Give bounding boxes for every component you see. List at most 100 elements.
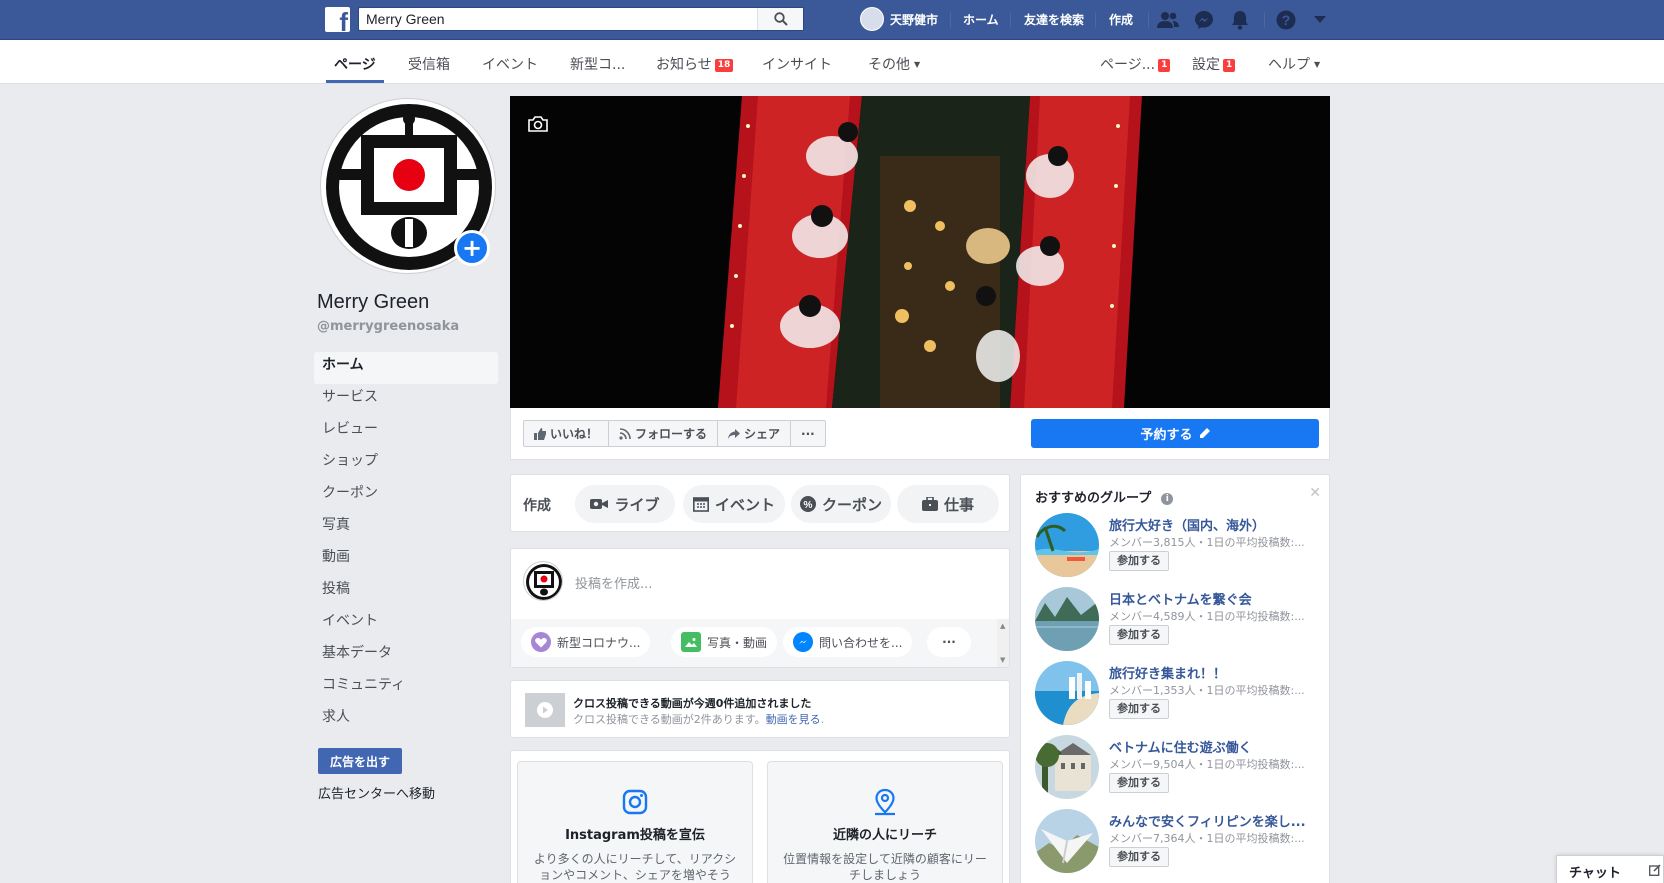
left-nav-photos[interactable]: 写真 bbox=[314, 512, 498, 544]
create-live-button[interactable]: ライブ bbox=[575, 485, 675, 523]
composer-options: 新型コロナウ... 写真・動画 問い合わせを... ··· bbox=[511, 619, 999, 667]
group-meta: メンバー9,504人・1日の平均投稿数:... bbox=[1109, 758, 1305, 771]
left-nav-jobs[interactable]: 求人 bbox=[314, 704, 498, 736]
cover-photo[interactable] bbox=[510, 96, 1330, 408]
group-item: 日本とベトナムを繋ぐ会 メンバー4,589人・1日の平均投稿数:... 参加する bbox=[1035, 587, 1325, 653]
follow-button[interactable]: フォローする bbox=[609, 421, 719, 446]
group-thumbnail[interactable] bbox=[1035, 513, 1099, 577]
create-event-button[interactable]: イベント bbox=[683, 485, 785, 523]
join-group-button[interactable]: 参加する bbox=[1109, 625, 1169, 645]
left-nav-reviews[interactable]: レビュー bbox=[314, 416, 498, 448]
like-button[interactable]: いいね！ bbox=[524, 421, 610, 446]
scroll-down-icon[interactable]: ▼ bbox=[1000, 656, 1005, 664]
rss-icon bbox=[619, 427, 631, 440]
reserve-button[interactable]: 予約する bbox=[1031, 419, 1319, 448]
home-link[interactable]: ホーム bbox=[963, 11, 999, 28]
more-options-button[interactable]: ··· bbox=[927, 627, 971, 657]
left-nav-posts[interactable]: 投稿 bbox=[314, 576, 498, 608]
group-name[interactable]: ベトナムに住む遊ぶ働く bbox=[1109, 737, 1325, 756]
tab-inbox[interactable]: 受信箱 bbox=[408, 54, 450, 74]
left-nav-services[interactable]: サービス bbox=[314, 384, 498, 416]
create-job-button[interactable]: 仕事 bbox=[897, 485, 999, 523]
left-nav-about[interactable]: 基本データ bbox=[314, 640, 498, 672]
group-thumbnail[interactable] bbox=[1035, 809, 1099, 873]
promo-title: 近隣の人にリーチ bbox=[832, 828, 937, 843]
new-message-icon[interactable] bbox=[1649, 864, 1661, 876]
tab-help[interactable]: ヘルプ ▼ bbox=[1268, 54, 1320, 74]
group-name[interactable]: みんなで安くフィリピンを楽し... bbox=[1109, 811, 1325, 830]
group-thumbnail[interactable] bbox=[1035, 587, 1099, 651]
info-icon[interactable]: i bbox=[1161, 493, 1174, 505]
tab-page-alerts[interactable]: ページ... 1 bbox=[1100, 54, 1171, 74]
find-friends-link[interactable]: 友達を検索 bbox=[1024, 11, 1084, 28]
facebook-logo[interactable]: f bbox=[325, 7, 350, 32]
tab-notifications[interactable]: お知らせ 18 bbox=[656, 54, 734, 74]
create-coupon-button[interactable]: % クーポン bbox=[791, 485, 891, 523]
join-group-button[interactable]: 参加する bbox=[1109, 773, 1169, 793]
coupon-percent-icon: % bbox=[799, 496, 816, 512]
covid-update-label: 新型コロナウ... bbox=[557, 635, 641, 650]
account-menu-chevron-icon[interactable] bbox=[1308, 8, 1332, 32]
covid-update-button[interactable]: 新型コロナウ... bbox=[521, 627, 651, 657]
group-thumbnail[interactable] bbox=[1035, 735, 1099, 799]
composer-scrollbar[interactable]: ▲ ▼ bbox=[997, 619, 1009, 667]
help-icon[interactable]: ? bbox=[1274, 8, 1298, 32]
friend-requests-icon[interactable] bbox=[1156, 8, 1180, 32]
left-nav-videos[interactable]: 動画 bbox=[314, 544, 498, 576]
reach-nearby-card[interactable]: 近隣の人にリーチ 位置情報を設定して近隣の顧客にリーチしましょう bbox=[767, 761, 1003, 883]
composer-input[interactable]: 投稿を作成... bbox=[575, 573, 652, 592]
tab-page-alerts-label: ページ... bbox=[1100, 57, 1156, 73]
chat-tab[interactable]: チャット bbox=[1556, 855, 1664, 883]
close-icon[interactable]: ✕ bbox=[1309, 485, 1321, 501]
svg-text:?: ? bbox=[1282, 12, 1291, 28]
page-action-bar: いいね！ フォローする シェア ··· 予約する bbox=[510, 408, 1330, 460]
group-item: みんなで安くフィリピンを楽し... メンバー7,364人・1日の平均投稿数:..… bbox=[1035, 809, 1325, 875]
tab-covid[interactable]: 新型コ... bbox=[570, 54, 625, 74]
photo-video-button[interactable]: 写真・動画 bbox=[671, 627, 778, 657]
group-thumbnail[interactable] bbox=[1035, 661, 1099, 725]
left-nav-events[interactable]: イベント bbox=[314, 608, 498, 640]
tab-more[interactable]: その他 ▼ bbox=[868, 54, 920, 74]
left-nav-coupons[interactable]: クーポン bbox=[314, 480, 498, 512]
group-name[interactable]: 日本とベトナムを繋ぐ会 bbox=[1109, 589, 1325, 608]
settings-badge: 1 bbox=[1223, 59, 1236, 72]
join-group-button[interactable]: 参加する bbox=[1109, 699, 1169, 719]
user-profile-link[interactable]: 天野健市 bbox=[860, 7, 938, 31]
search-button[interactable] bbox=[757, 8, 803, 30]
share-button[interactable]: シェア bbox=[718, 421, 792, 446]
group-meta: メンバー7,364人・1日の平均投稿数:... bbox=[1109, 832, 1305, 845]
search-input[interactable] bbox=[359, 8, 749, 30]
camera-icon[interactable] bbox=[528, 116, 548, 135]
group-name[interactable]: 旅行大好き（国内、海外） bbox=[1109, 515, 1325, 534]
left-nav-home[interactable]: ホーム bbox=[314, 352, 498, 384]
cover-photo-image bbox=[510, 96, 1330, 408]
pencil-icon bbox=[1199, 428, 1210, 438]
tab-settings[interactable]: 設定 1 bbox=[1192, 54, 1236, 74]
add-profile-photo-button[interactable]: + bbox=[454, 230, 490, 266]
get-messages-button[interactable]: 問い合わせを... bbox=[783, 627, 913, 657]
join-group-button[interactable]: 参加する bbox=[1109, 551, 1169, 571]
messenger-icon[interactable] bbox=[1192, 8, 1216, 32]
tab-page[interactable]: ページ bbox=[334, 54, 376, 74]
scroll-up-icon[interactable]: ▲ bbox=[1000, 622, 1005, 630]
avatar bbox=[860, 7, 884, 31]
tab-insights[interactable]: インサイト bbox=[762, 54, 832, 74]
promote-instagram-card[interactable]: Instagram投稿を宣伝 より多くの人にリーチして、リアクションやコメント、… bbox=[517, 761, 753, 883]
left-nav-shop[interactable]: ショップ bbox=[314, 448, 498, 480]
view-videos-link[interactable]: 動画を見る bbox=[766, 713, 821, 726]
tab-events[interactable]: イベント bbox=[482, 54, 538, 74]
create-coupon-label: クーポン bbox=[821, 495, 882, 514]
create-ad-button[interactable]: 広告を出す bbox=[318, 748, 402, 774]
join-group-button[interactable]: 参加する bbox=[1109, 847, 1169, 867]
create-link[interactable]: 作成 bbox=[1109, 11, 1133, 28]
create-post-types-card: 作成 ライブ イベント % クーポン 仕事 bbox=[510, 474, 1010, 532]
group-name[interactable]: 旅行好き集まれ！！ bbox=[1109, 663, 1325, 682]
page-username[interactable]: @merrygreenosaka bbox=[317, 319, 459, 334]
more-actions-button[interactable]: ··· bbox=[791, 421, 825, 446]
photo-icon bbox=[681, 632, 701, 652]
share-arrow-icon bbox=[728, 428, 741, 439]
ad-center-link[interactable]: 広告センターへ移動 bbox=[318, 783, 435, 802]
group-item: 旅行好き集まれ！！ メンバー1,353人・1日の平均投稿数:... 参加する bbox=[1035, 661, 1325, 727]
left-nav-community[interactable]: コミュニティ bbox=[314, 672, 498, 704]
notifications-icon[interactable] bbox=[1228, 8, 1252, 32]
